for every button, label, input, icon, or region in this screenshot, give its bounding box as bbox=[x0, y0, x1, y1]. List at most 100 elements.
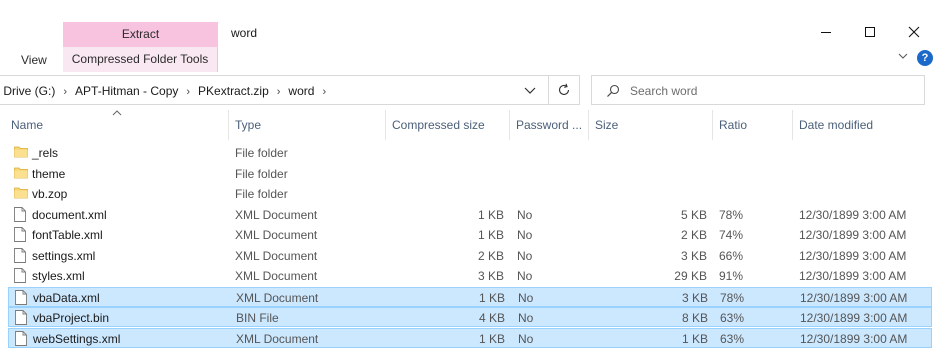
file-type: File folder bbox=[235, 146, 288, 160]
address-row: G Drive (G:) › APT-Hitman - Copy › PKextract… bbox=[0, 75, 934, 107]
file-ratio: 66% bbox=[719, 248, 744, 263]
file-type: XML Document bbox=[235, 248, 318, 263]
minimize-icon bbox=[821, 32, 831, 33]
close-button[interactable] bbox=[891, 18, 934, 46]
window-title: word bbox=[231, 26, 258, 40]
column-header-type[interactable]: Type bbox=[229, 110, 386, 140]
help-icon[interactable]: ? bbox=[917, 50, 933, 66]
extract-context-header[interactable]: Extract bbox=[63, 22, 218, 47]
search-box[interactable] bbox=[591, 75, 925, 105]
file-icon bbox=[15, 330, 27, 349]
column-header-ratio[interactable]: Ratio bbox=[713, 110, 793, 140]
file-ratio: 78% bbox=[719, 207, 744, 222]
file-password: No bbox=[517, 248, 533, 263]
file-date-modified: 12/30/1899 3:00 AM bbox=[800, 311, 908, 325]
search-input[interactable] bbox=[630, 82, 910, 100]
search-icon bbox=[607, 84, 620, 97]
folder-icon bbox=[14, 186, 28, 202]
file-name: vb.zop bbox=[32, 187, 68, 201]
file-size: 8 KB bbox=[681, 311, 708, 325]
file-compressed-size: 4 KB bbox=[478, 311, 505, 325]
file-date-modified: 12/30/1899 3:00 AM bbox=[799, 207, 907, 222]
tab-view[interactable]: View bbox=[21, 53, 47, 67]
file-icon bbox=[14, 206, 26, 225]
chevron-right-icon[interactable]: › bbox=[277, 86, 281, 98]
file-date-modified: 12/30/1899 3:00 AM bbox=[800, 331, 908, 346]
maximize-icon bbox=[865, 27, 875, 37]
file-row[interactable]: document.xml XML Document 1 KB No 5 KB 78% 12/… bbox=[8, 205, 932, 225]
file-ratio: 91% bbox=[719, 269, 744, 283]
tab-compressed-folder-tools[interactable]: Compressed Folder Tools bbox=[63, 47, 218, 72]
file-ratio: 63% bbox=[720, 331, 745, 346]
chevron-right-icon[interactable]: › bbox=[186, 86, 190, 98]
minimize-button[interactable] bbox=[803, 18, 849, 46]
file-icon bbox=[14, 247, 26, 266]
file-password: No bbox=[517, 228, 533, 242]
column-header-password[interactable]: Password ... bbox=[510, 110, 589, 140]
file-password: No bbox=[517, 207, 533, 222]
file-row[interactable]: _rels File folder bbox=[8, 143, 932, 163]
column-header-compressed-size[interactable]: Compressed size bbox=[386, 110, 510, 140]
file-row[interactable]: theme File folder bbox=[8, 164, 932, 184]
breadcrumb-drive[interactable]: G Drive (G:) bbox=[0, 84, 55, 98]
file-name: fontTable.xml bbox=[32, 228, 103, 242]
address-dropdown-chevron-icon[interactable] bbox=[524, 85, 536, 95]
maximize-button[interactable] bbox=[847, 18, 893, 46]
chevron-right-icon[interactable]: › bbox=[322, 86, 326, 98]
file-name: _rels bbox=[32, 146, 59, 160]
file-name: styles.xml bbox=[32, 269, 85, 283]
file-row[interactable]: vb.zop File folder bbox=[8, 184, 932, 204]
file-icon bbox=[14, 268, 26, 286]
column-header-size[interactable]: Size bbox=[589, 110, 713, 140]
file-date-modified: 12/30/1899 3:00 AM bbox=[800, 290, 908, 305]
file-size: 2 KB bbox=[680, 228, 707, 242]
file-password: No bbox=[517, 269, 533, 283]
file-date-modified: 12/30/1899 3:00 AM bbox=[799, 269, 907, 283]
folder-icon bbox=[14, 145, 28, 161]
file-password: No bbox=[518, 331, 534, 346]
column-header-date-modified[interactable]: Date modified bbox=[793, 110, 933, 140]
file-ratio: 78% bbox=[720, 290, 745, 305]
file-row[interactable]: styles.xml XML Document 3 KB No 29 KB 91% 12/3… bbox=[8, 266, 932, 286]
file-name: theme bbox=[32, 166, 66, 181]
column-header-row: Name Type Compressed size Password ... S… bbox=[0, 110, 934, 140]
file-size: 1 KB bbox=[681, 331, 708, 346]
ribbon: Extract Compressed Folder Tools View wor… bbox=[0, 0, 934, 72]
breadcrumb: G Drive (G:) › APT-Hitman - Copy › PKextract… bbox=[0, 84, 334, 98]
chevron-right-icon[interactable]: › bbox=[63, 86, 67, 98]
file-date-modified: 12/30/1899 3:00 AM bbox=[799, 228, 907, 242]
breadcrumb-word[interactable]: word bbox=[288, 84, 314, 98]
file-type: XML Document bbox=[235, 207, 318, 222]
file-size: 3 KB bbox=[680, 248, 707, 263]
file-ratio: 74% bbox=[719, 228, 744, 242]
file-row[interactable]: vbaData.xml XML Document 1 KB No 3 KB 78% 12/3… bbox=[8, 286, 932, 307]
file-type: File folder bbox=[235, 166, 288, 181]
file-date-modified: 12/30/1899 3:00 AM bbox=[799, 248, 907, 263]
file-type: XML Document bbox=[235, 228, 318, 242]
file-size: 5 KB bbox=[680, 207, 707, 222]
breadcrumb-apt-hitman-copy[interactable]: APT-Hitman - Copy bbox=[75, 84, 178, 98]
file-row[interactable]: vbaProject.bin BIN File 4 KB No 8 KB 63% 12/30… bbox=[8, 307, 932, 327]
file-compressed-size: 2 KB bbox=[477, 248, 504, 263]
file-compressed-size: 1 KB bbox=[477, 228, 504, 242]
file-compressed-size: 1 KB bbox=[477, 207, 504, 222]
compressed-folder-tools-group: Extract Compressed Folder Tools bbox=[63, 22, 218, 72]
file-row[interactable]: webSettings.xml XML Document 1 KB No 1 KB 63%… bbox=[8, 327, 932, 349]
file-name: vbaData.xml bbox=[33, 290, 100, 305]
ribbon-expand-chevron-icon[interactable] bbox=[898, 52, 908, 60]
sort-ascending-icon bbox=[112, 110, 122, 116]
file-row[interactable]: settings.xml XML Document 2 KB No 3 KB 66% 12/… bbox=[8, 246, 932, 266]
file-type: XML Document bbox=[235, 269, 318, 283]
file-name: document.xml bbox=[32, 207, 107, 222]
file-ratio: 63% bbox=[720, 311, 745, 325]
file-icon bbox=[15, 310, 27, 328]
file-icon bbox=[14, 227, 26, 245]
refresh-button[interactable] bbox=[549, 75, 580, 105]
file-row[interactable]: fontTable.xml XML Document 1 KB No 2 KB 74% 12… bbox=[8, 225, 932, 245]
folder-icon bbox=[14, 166, 28, 182]
close-icon bbox=[908, 26, 920, 38]
address-bar[interactable]: G Drive (G:) › APT-Hitman - Copy › PKextract… bbox=[0, 75, 549, 105]
file-size: 3 KB bbox=[681, 290, 708, 305]
file-name: webSettings.xml bbox=[33, 331, 121, 346]
breadcrumb-pkextract-zip[interactable]: PKextract.zip bbox=[198, 84, 269, 98]
